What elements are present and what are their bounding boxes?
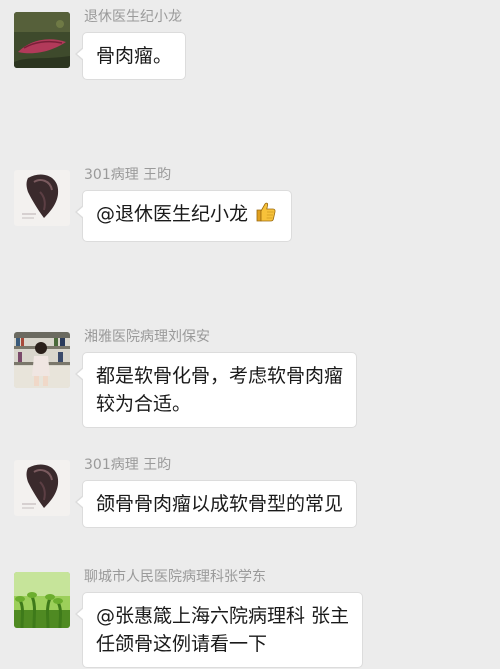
avatar[interactable] [14, 572, 70, 628]
green-sprouts-icon [14, 572, 70, 628]
message-text: @退休医生纪小龙 [96, 200, 278, 232]
thumbs-up-icon [254, 200, 278, 232]
avatar[interactable] [14, 170, 70, 226]
plant-leaf-icon [14, 12, 70, 68]
message-bubble[interactable]: 都是软骨化骨，考虑软骨肉瘤 较为合适。 [74, 352, 358, 428]
sender-name: 聊城市人民医院病理科张学东 [84, 569, 266, 585]
sketch-portrait-icon [14, 170, 70, 226]
sender-name: 301病理 王昀 [84, 167, 172, 183]
message-text: @张惠箴上海六院病理科 张主 [96, 605, 350, 627]
message-text: 颌骨骨肉瘤以成软骨型的常见 [96, 493, 344, 515]
sender-name: 退休医生纪小龙 [84, 9, 182, 25]
chat-message-list[interactable]: 退休医生纪小龙 骨肉瘤。 301病理 王昀 @退休医生纪小龙 湘雅医院病理刘保安… [0, 0, 500, 669]
sender-name: 301病理 王昀 [84, 457, 172, 473]
message-text: 较为合适。 [96, 393, 192, 415]
message-text: 骨肉瘤。 [96, 45, 173, 67]
message-text: 任颌骨这例请看一下 [96, 633, 268, 655]
child-at-bookshelf-icon [14, 332, 70, 388]
sketch-portrait-icon [14, 460, 70, 516]
mention-text[interactable]: @退休医生纪小龙 [96, 203, 248, 225]
message-bubble[interactable]: 颌骨骨肉瘤以成软骨型的常见 [74, 480, 358, 528]
message-bubble[interactable]: @张惠箴上海六院病理科 张主 任颌骨这例请看一下 [74, 592, 364, 668]
sender-name: 湘雅医院病理刘保安 [84, 329, 210, 345]
message-bubble[interactable]: @退休医生纪小龙 [74, 190, 293, 242]
message-text: 都是软骨化骨，考虑软骨肉瘤 [96, 365, 344, 387]
avatar[interactable] [14, 332, 70, 388]
avatar[interactable] [14, 460, 70, 516]
message-bubble[interactable]: 骨肉瘤。 [74, 32, 187, 80]
avatar[interactable] [14, 12, 70, 68]
